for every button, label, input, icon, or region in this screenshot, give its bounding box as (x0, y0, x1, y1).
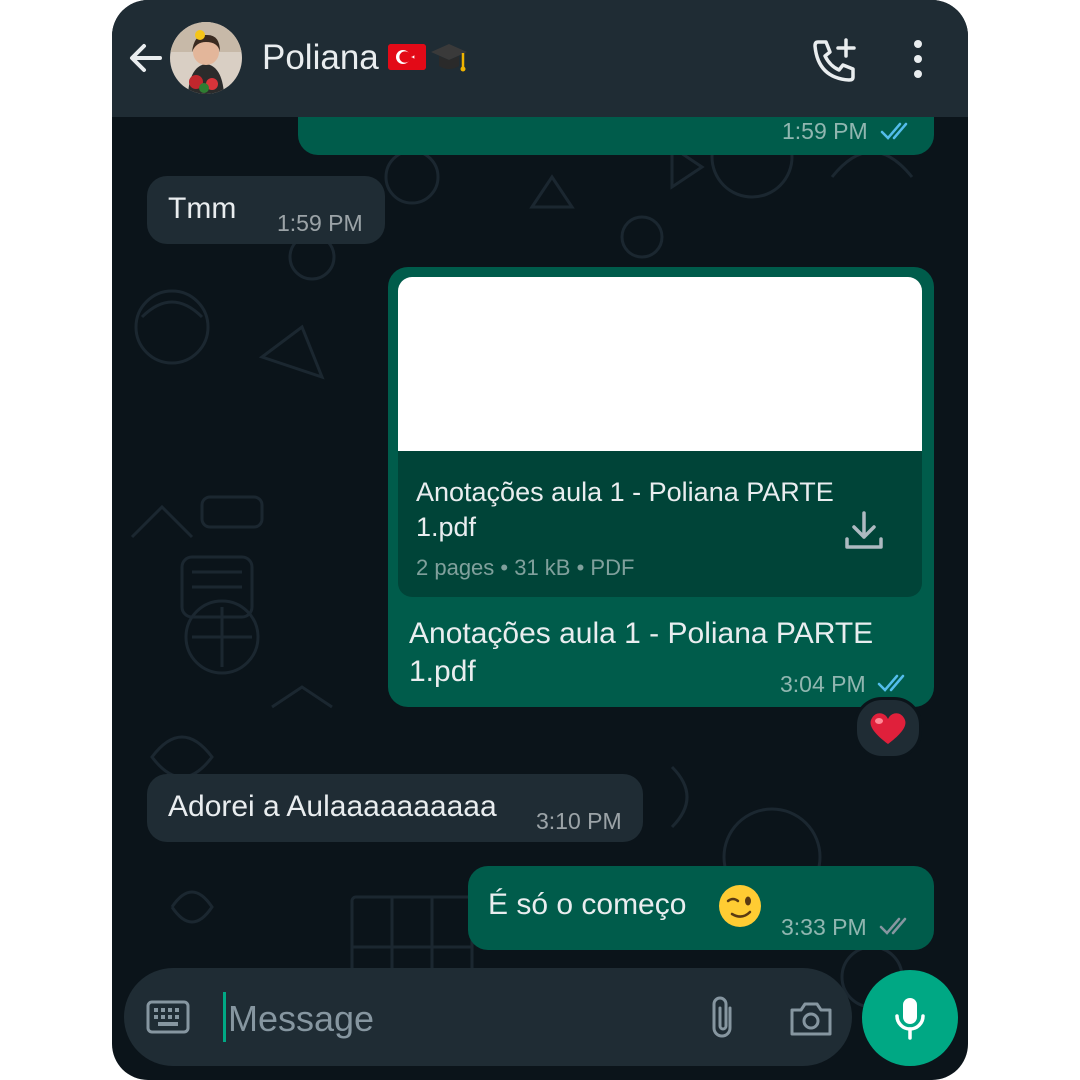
red-heart-emoji (870, 713, 906, 744)
message-time: 3:04 PM (780, 671, 866, 697)
message-time: 1:59 PM (782, 118, 868, 144)
message-time: 3:10 PM (536, 808, 622, 834)
keyboard-icon[interactable] (146, 1000, 190, 1034)
message-text: Tmm (168, 192, 237, 225)
read-ticks-icon (877, 674, 905, 692)
back-arrow-icon[interactable] (126, 38, 166, 78)
download-icon[interactable] (842, 509, 886, 553)
camera-icon[interactable] (788, 998, 834, 1038)
message-text: É só o começo (488, 888, 687, 921)
attach-icon[interactable] (706, 994, 740, 1040)
chat-screen: Poliana 1:59 PM Tmm 1:59 PM Anotações au… (112, 0, 968, 1080)
message-time: 3:33 PM (781, 914, 867, 940)
message-bubble-incoming[interactable]: Tmm 1:59 PM (147, 176, 385, 244)
text-cursor (223, 992, 226, 1042)
add-call-icon[interactable] (810, 36, 858, 82)
chat-header: Poliana (112, 0, 968, 117)
mic-button[interactable] (862, 970, 958, 1066)
delivered-ticks-icon (879, 917, 907, 935)
message-input-bar[interactable]: Message (124, 968, 852, 1066)
avatar[interactable] (170, 22, 242, 94)
more-vert-icon[interactable] (908, 38, 928, 80)
message-text: Adorei a Aulaaaaaaaaaa (168, 790, 497, 823)
document-card[interactable]: Anotações aula 1 - Poliana PARTE 1.pdf 2… (398, 277, 922, 597)
graduation-cap-emoji (431, 44, 467, 72)
turkey-flag-emoji (388, 44, 426, 70)
contact-name[interactable]: Poliana (262, 38, 379, 78)
mic-icon (895, 998, 925, 1040)
reaction-badge[interactable] (854, 697, 922, 759)
document-caption-line-2: 1.pdf (409, 655, 476, 688)
winking-face-emoji (719, 885, 761, 927)
message-time: 1:59 PM (277, 210, 363, 236)
document-meta: 2 pages • 31 kB • PDF (416, 555, 635, 580)
read-ticks-icon (880, 122, 908, 140)
message-input[interactable]: Message (228, 998, 374, 1040)
document-name: Anotações aula 1 - Poliana PARTE 1.pdf (416, 477, 834, 542)
document-message-bubble[interactable]: Anotações aula 1 - Poliana PARTE 1.pdf 2… (388, 267, 934, 707)
message-bubble-incoming[interactable]: Adorei a Aulaaaaaaaaaa 3:10 PM (147, 774, 643, 842)
message-bubble-outgoing[interactable]: É só o começo 3:33 PM (468, 866, 934, 950)
document-caption-line-1: Anotações aula 1 - Poliana PARTE (409, 617, 874, 650)
document-preview[interactable] (398, 277, 922, 451)
